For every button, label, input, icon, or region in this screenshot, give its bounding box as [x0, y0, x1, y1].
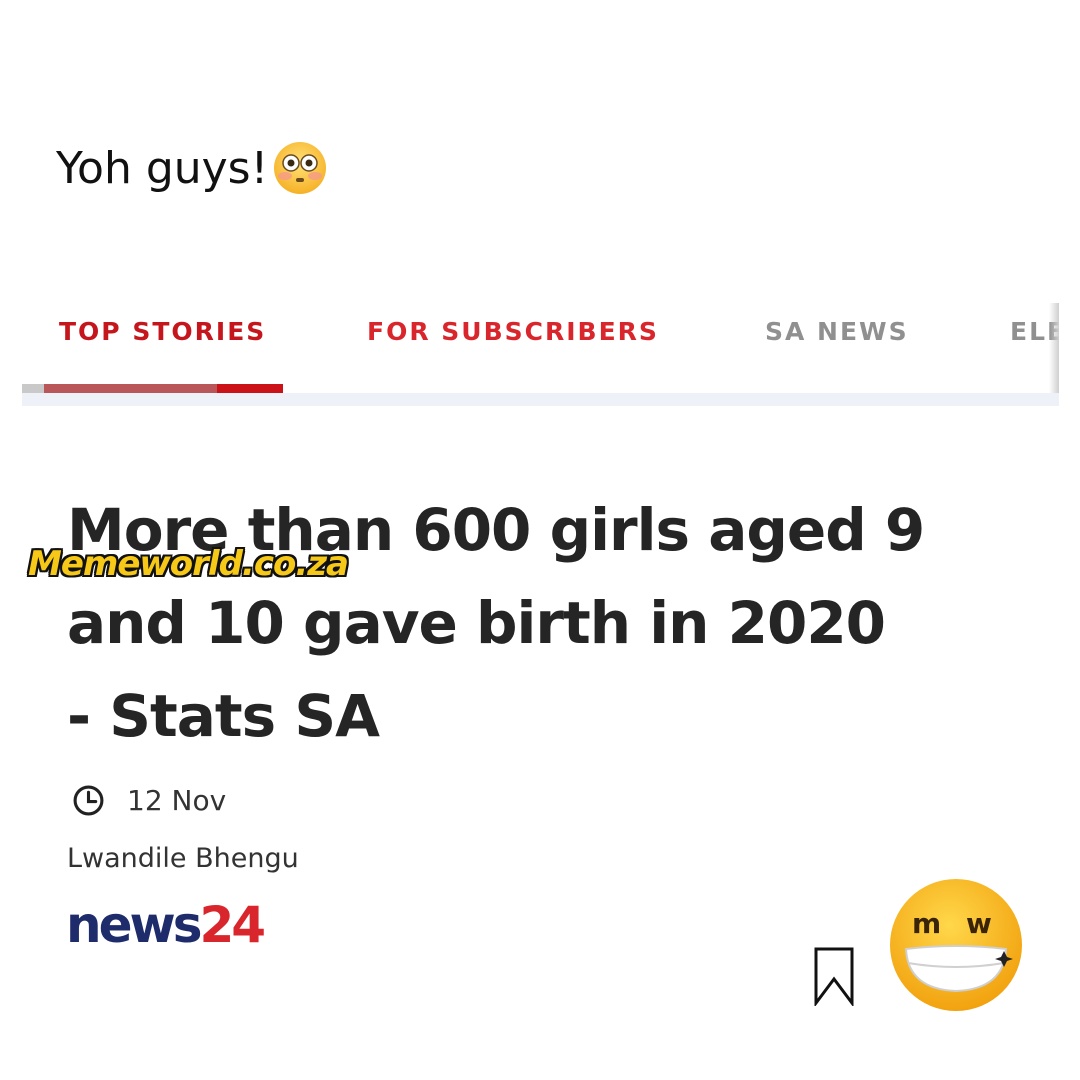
caption-text: Yoh guys! [56, 142, 269, 194]
tabs-track [22, 393, 1059, 406]
tab-for-subscribers[interactable]: FOR SUBSCRIBERS [367, 317, 659, 346]
tab-top-stories[interactable]: TOP STORIES [59, 317, 266, 346]
article-headline[interactable]: More than 600 girls aged 9 and 10 gave b… [67, 484, 927, 763]
svg-text:w: w [966, 907, 992, 940]
news24-logo: news24 [66, 896, 266, 954]
caption: Yoh guys! [56, 140, 328, 196]
bookmark-icon[interactable] [813, 946, 855, 1006]
logo-part-24: 24 [199, 896, 266, 954]
svg-text:m: m [912, 907, 941, 940]
author-name[interactable]: Lwandile Bhengu [67, 843, 299, 874]
logo-part-news: news [66, 896, 202, 954]
memeworld-mascot-icon: m w [890, 879, 1022, 1011]
section-tabs: TOP STORIES FOR SUBSCRIBERS SA NEWS ELE [22, 303, 1059, 406]
flushed-face-icon [274, 142, 327, 194]
tab-sa-news[interactable]: SA NEWS [765, 317, 909, 346]
article-date: 12 Nov [72, 784, 226, 817]
watermark: Memeworld.co.za [28, 544, 349, 584]
tab-indicator-shadow [22, 384, 217, 393]
date-text: 12 Nov [127, 784, 227, 817]
clock-icon [73, 785, 104, 816]
tabs-scroll-fade [1049, 303, 1059, 393]
